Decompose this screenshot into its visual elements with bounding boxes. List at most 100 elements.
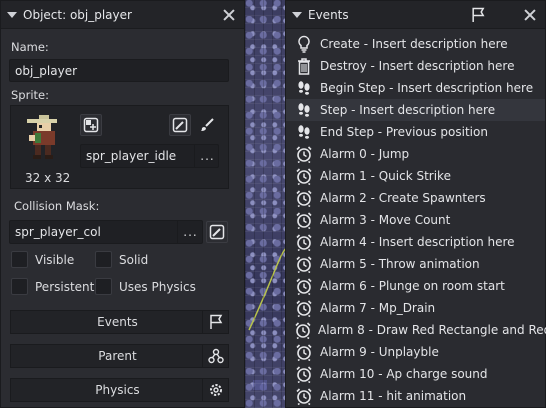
hierarchy-icon [202,345,228,367]
event-label: Alarm 9 - Unplayble [320,345,439,359]
event-row[interactable]: Alarm 9 - Unplayble [286,341,545,363]
event-row[interactable]: End Step - Previous position [286,121,545,143]
sprite-size: 32 x 32 [25,171,71,185]
alarm-clock-icon [294,364,314,384]
solid-checkbox-row[interactable]: Solid [95,251,148,268]
alarm-clock-icon [294,320,312,340]
event-row[interactable]: Alarm 8 - Draw Red Rectangle and Red [286,319,546,341]
edit-mask-button[interactable] [206,221,228,243]
add-sprite-icon [83,117,99,133]
event-label: Alarm 3 - Move Count [320,213,451,227]
close-icon[interactable] [523,8,537,22]
alarm-clock-icon [294,298,314,318]
sprite-thumbnail[interactable] [21,113,67,163]
physics-button-label: Physics [95,383,140,397]
event-row[interactable]: Begin Step - Insert description here [286,77,545,99]
edit-icon [172,117,188,133]
object-panel-title: Object: obj_player [23,7,132,22]
events-button[interactable]: Events [10,310,229,334]
event-row[interactable]: Alarm 7 - Mp_Drain [286,297,545,319]
alarm-clock-icon [294,254,314,274]
brush-icon [201,118,214,131]
event-row[interactable]: Alarm 10 - Ap charge sound [286,363,545,385]
collision-mask-browse-button[interactable]: ... [177,220,203,244]
event-row[interactable]: Alarm 0 - Jump [286,143,545,165]
event-row[interactable]: Alarm 1 - Quick Strike [286,165,545,187]
event-row[interactable]: Alarm 6 - Plunge on room start [286,275,545,297]
new-sprite-button[interactable] [80,114,102,136]
alarm-clock-icon [294,144,314,164]
event-label: Alarm 1 - Quick Strike [320,169,451,183]
object-panel-header: Object: obj_player [1,1,244,29]
visible-checkbox[interactable] [11,251,28,268]
events-panel: Events Create - Insert description here D… [285,0,546,408]
event-label: Create - Insert description here [320,37,508,51]
edit-sprite-button[interactable] [169,114,191,136]
event-row[interactable]: Create - Insert description here [286,33,545,55]
sprite-select-value: spr_player_idle [86,149,177,163]
persistent-label: Persistent [35,279,95,294]
event-label: Step - Insert description here [320,103,496,117]
trash-icon [294,56,314,76]
flag-icon [202,311,228,333]
persistent-checkbox[interactable] [11,278,28,295]
uses-physics-label: Uses Physics [119,279,196,294]
footsteps-icon [294,78,314,98]
uses-physics-checkbox[interactable] [95,278,112,295]
events-button-label: Events [97,315,138,329]
physics-button[interactable]: Physics [10,378,229,402]
object-panel: Object: obj_player Name: obj_player Spri… [0,0,245,408]
edit-icon [209,224,225,240]
event-label: Alarm 8 - Draw Red Rectangle and Red [318,323,546,337]
parent-button[interactable]: Parent [10,344,229,368]
footsteps-icon [294,122,314,142]
sprite-browse-button[interactable]: ... [194,144,220,168]
visible-checkbox-row[interactable]: Visible [11,251,74,268]
event-label: Alarm 5 - Throw animation [320,257,480,271]
event-row[interactable]: Alarm 5 - Throw animation [286,253,545,275]
physics-gear-icon [202,379,228,401]
event-label: Alarm 0 - Jump [320,147,410,161]
collapse-arrow-icon[interactable] [7,11,17,18]
event-label: Alarm 7 - Mp_Drain [320,301,436,315]
paint-sprite-button[interactable] [196,114,218,136]
visible-label: Visible [35,252,75,267]
events-panel-title: Events [308,7,349,22]
event-label: End Step - Previous position [320,125,488,139]
event-row[interactable]: Step - Insert description here [286,99,545,121]
event-label: Begin Step - Insert description here [320,81,534,95]
solid-label: Solid [119,252,149,267]
close-icon[interactable] [222,8,236,22]
alarm-clock-icon [294,166,314,186]
sprite-label: Sprite: [11,88,49,102]
alarm-clock-icon [294,276,314,296]
event-label: Alarm 11 - hit animation [320,389,467,403]
alarm-clock-icon [294,342,314,362]
event-label: Destroy - Insert description here [320,59,515,73]
persistent-checkbox-row[interactable]: Persistent [11,278,94,295]
alarm-clock-icon [294,386,314,406]
alarm-clock-icon [294,188,314,208]
event-label: Alarm 6 - Plunge on room start [320,279,505,293]
collapse-arrow-icon[interactable] [292,11,302,18]
name-label: Name: [11,40,49,54]
event-label: Alarm 4 - Insert description here [320,235,515,249]
parent-button-label: Parent [98,349,137,363]
lightbulb-icon [294,34,314,54]
event-row[interactable]: Alarm 4 - Insert description here [286,231,545,253]
alarm-clock-icon [294,210,314,230]
event-label: Alarm 2 - Create Spawnters [320,191,486,205]
event-row[interactable]: Alarm 11 - hit animation [286,385,545,407]
collision-mask-select[interactable]: spr_player_col [9,220,203,244]
event-row[interactable]: Destroy - Insert description here [286,55,545,77]
solid-checkbox[interactable] [95,251,112,268]
event-row[interactable]: Alarm 2 - Create Spawnters [286,187,545,209]
uses-physics-checkbox-row[interactable]: Uses Physics [95,278,196,295]
alarm-clock-icon [294,232,314,252]
name-field-value: obj_player [15,63,78,78]
name-field[interactable]: obj_player [9,59,229,82]
event-row[interactable]: Alarm 3 - Move Count [286,209,545,231]
events-list: Create - Insert description here Destroy … [286,33,546,407]
events-panel-header: Events [286,1,545,29]
flag-icon [472,7,485,22]
